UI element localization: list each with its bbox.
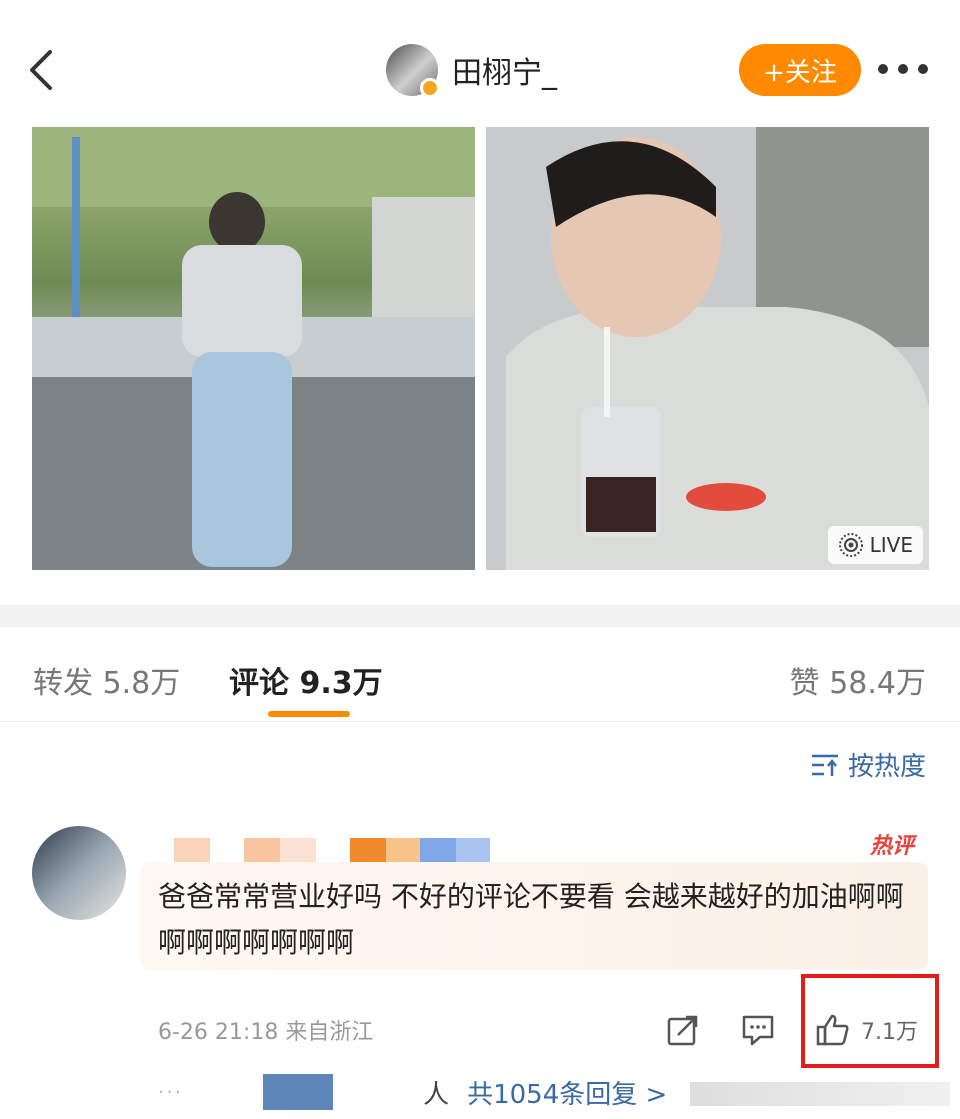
- live-photo-badge: LIVE: [827, 526, 923, 564]
- tab-like[interactable]: 赞 58.4万: [790, 658, 926, 702]
- redaction-block: [350, 838, 386, 864]
- redaction-block: [244, 838, 280, 864]
- more-options-button[interactable]: [878, 58, 928, 80]
- follow-button[interactable]: +关注: [739, 44, 861, 96]
- photo-2-illustration: [486, 127, 929, 570]
- reply-button[interactable]: [740, 1010, 776, 1050]
- share-button[interactable]: [666, 1010, 700, 1050]
- live-icon: [838, 533, 863, 557]
- username[interactable]: 田栩宁_: [452, 48, 557, 92]
- dot-icon: [878, 64, 888, 74]
- reply-summary: ··· 人 共1054条回复 >: [158, 1072, 667, 1112]
- engagement-tabs: 转发 5.8万 评论 9.3万 赞 58.4万: [0, 640, 960, 722]
- verified-badge-icon: [420, 78, 440, 98]
- comment-icon: [742, 1015, 774, 1046]
- post-photo-2[interactable]: LIVE: [486, 127, 929, 570]
- watermark: [690, 1082, 950, 1106]
- live-label: LIVE: [869, 533, 913, 557]
- sort-icon: [811, 754, 838, 776]
- post-photo-1[interactable]: [32, 127, 475, 570]
- dot-icon: [918, 64, 928, 74]
- commenter-avatar[interactable]: [32, 826, 126, 920]
- redaction-block: [280, 838, 316, 864]
- dot-icon: [898, 64, 908, 74]
- top-bar: 田栩宁_ +关注: [0, 0, 960, 120]
- chevron-left-icon: [30, 50, 52, 90]
- redaction-block: [386, 838, 420, 864]
- commenter-name-redacted[interactable]: [140, 838, 490, 864]
- tab-comment[interactable]: 评论 9.3万: [229, 658, 383, 702]
- redaction-block: [420, 838, 456, 864]
- ellipsis-icon: ···: [158, 1080, 184, 1104]
- highlight-box: [801, 974, 939, 1068]
- avatar[interactable]: [386, 44, 440, 98]
- active-tab-indicator: [268, 711, 350, 717]
- sort-button[interactable]: 按热度: [810, 746, 926, 783]
- redacted-replier: [263, 1074, 334, 1110]
- back-button[interactable]: [22, 46, 62, 94]
- redaction-block: [456, 838, 490, 864]
- tab-repost[interactable]: 转发 5.8万: [33, 658, 180, 702]
- view-replies-link[interactable]: 共1054条回复 >: [467, 1074, 667, 1111]
- section-divider: [0, 605, 960, 627]
- share-icon: [667, 1015, 698, 1046]
- user-profile[interactable]: 田栩宁_: [386, 44, 557, 98]
- comment-text[interactable]: 爸爸常常营业好吗 不好的评论不要看 会越来越好的加油啊啊啊啊啊啊啊啊啊: [158, 874, 918, 966]
- sort-label: 按热度: [847, 752, 926, 782]
- hot-comment-badge: 热评: [870, 834, 915, 859]
- photo-1-illustration: [32, 127, 475, 570]
- replier-suffix: 人: [423, 1079, 450, 1110]
- comment-meta: 6-26 21:18 来自浙江: [158, 1020, 374, 1045]
- redaction-block: [174, 838, 210, 864]
